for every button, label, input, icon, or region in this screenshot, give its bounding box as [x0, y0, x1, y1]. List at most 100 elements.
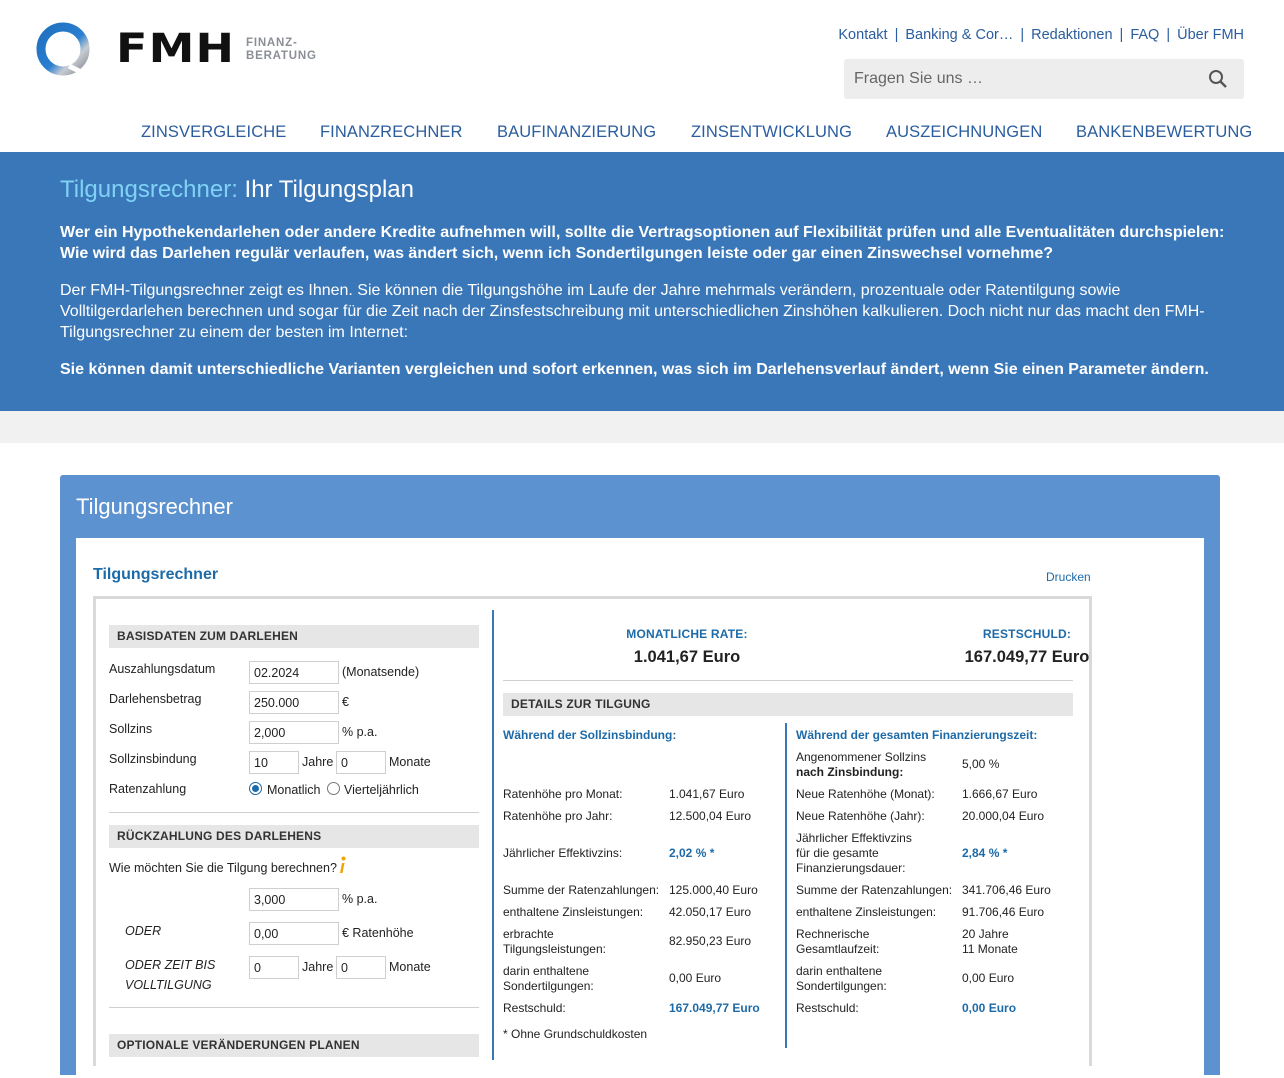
nav-finanzrechner[interactable]: FINANZRECHNER	[320, 123, 462, 142]
row-label: Tilgungsleistungen:	[503, 942, 606, 956]
input-column: BASISDATEN ZUM DARLEHEN Auszahlungsdatum…	[96, 599, 495, 1069]
heading-gesamte-finanzierungszeit: Während der gesamten Finanzierungszeit:	[796, 728, 1038, 742]
unit-pa: % p.a.	[342, 725, 378, 739]
row-label: nach Zinsbindung:	[796, 765, 904, 779]
row-value-restschuld: 0,00 Euro	[962, 1001, 1017, 1015]
sollzins-field[interactable]	[249, 721, 339, 744]
row-value-effektivzins: 2,02 % *	[669, 846, 715, 860]
unit-euro: €	[342, 695, 349, 709]
row-label: Summe der Ratenzahlungen:	[503, 883, 660, 897]
label-sollzinsbindung: Sollzinsbindung	[109, 752, 197, 766]
label-oder-zeit: ODER ZEIT BIS	[125, 958, 216, 972]
calculator-card: Tilgungsrechner Tilgungsrechner Drucken …	[60, 475, 1220, 1078]
title-accent: Tilgungsrechner:	[60, 176, 238, 203]
divider	[109, 812, 479, 813]
divider	[503, 680, 1073, 681]
main-nav: ZINSVERGLEICHE FINANZRECHNER BAUFINANZIE…	[141, 123, 1252, 145]
row-label: Neue Ratenhöhe (Monat):	[796, 787, 935, 801]
darlehensbetrag-field[interactable]	[249, 691, 339, 714]
restschuld-value: 167.049,77 Euro	[964, 648, 1090, 666]
footnote: * Ohne Grundschuldkosten	[503, 1027, 648, 1041]
radio-monatlich[interactable]	[249, 782, 262, 795]
logo-sub-line-2: BERATUNG	[246, 50, 317, 62]
intro-text: Der FMH-Tilgungsrechner zeigt es Ihnen. …	[60, 282, 1205, 341]
section-details: DETAILS ZUR TILGUNG	[503, 693, 1073, 716]
calculator-panel: Tilgungsrechner Drucken BASISDATEN ZUM D…	[76, 538, 1204, 1078]
link-faq[interactable]: FAQ	[1130, 27, 1159, 43]
link-kontakt[interactable]: Kontakt	[838, 27, 887, 43]
nav-zinsentwicklung[interactable]: ZINSENTWICKLUNG	[691, 123, 852, 142]
section-optional: OPTIONALE VERÄNDERUNGEN PLANEN	[109, 1034, 479, 1057]
label-auszahlungsdatum: Auszahlungsdatum	[109, 662, 216, 676]
link-banking[interactable]: Banking & Cor…	[905, 27, 1013, 43]
row-label: enthaltene Zinsleistungen:	[796, 905, 937, 919]
nav-bankenbewertung[interactable]: BANKENBEWERTUNG	[1076, 123, 1252, 142]
row-value: 82.950,23 Euro	[669, 934, 752, 948]
logo-wordmark[interactable]: FMH	[116, 26, 235, 72]
row-label: Finanzierungsdauer:	[796, 861, 906, 875]
page-title: Tilgungsrechner: Ihr Tilgungsplan	[60, 176, 414, 204]
unit-monate: Monate	[389, 960, 431, 974]
row-label: Sondertilgungen:	[796, 979, 887, 993]
print-link[interactable]: Drucken	[1046, 570, 1091, 584]
nav-baufinanzierung[interactable]: BAUFINANZIERUNG	[497, 123, 656, 142]
tilgung-prozent-field[interactable]	[249, 888, 339, 911]
row-label: Restschuld:	[503, 1001, 566, 1015]
unit-pa: % p.a.	[342, 892, 378, 906]
monatliche-rate-value: 1.041,67 Euro	[633, 648, 741, 666]
info-icon[interactable]	[338, 856, 346, 874]
label-oder: ODER	[125, 924, 162, 938]
unit-jahre: Jahre	[302, 960, 334, 974]
row-label: Ratenhöhe pro Jahr:	[503, 809, 613, 823]
row-label: Sondertilgungen:	[503, 979, 594, 993]
auszahlungsdatum-field[interactable]	[249, 661, 339, 684]
section-basisdaten: BASISDATEN ZUM DARLEHEN	[109, 625, 479, 648]
link-redaktionen[interactable]: Redaktionen	[1031, 27, 1112, 43]
top-links: Kontakt | Banking & Cor… | Redaktionen | FAQ | Ü…	[838, 27, 1244, 43]
label-monatlich: Monatlich	[267, 783, 321, 797]
row-value: 11 Monate	[962, 942, 1018, 956]
site-header: FMH FINANZ- BERATUNG Kontakt | Banking & C…	[0, 0, 1284, 152]
unit-monate: Monate	[389, 755, 431, 769]
ratenhoehe-field[interactable]	[249, 922, 339, 945]
calculator-title: Tilgungsrechner	[93, 566, 219, 583]
section-rueckzahlung: RÜCKZAHLUNG DES DARLEHENS	[109, 825, 479, 848]
bindung-jahre-field[interactable]	[249, 751, 299, 774]
fmh-logo-icon[interactable]	[36, 22, 90, 76]
row-label: enthaltene Zinsleistungen:	[503, 905, 644, 919]
search-box	[844, 59, 1244, 99]
divider	[109, 1007, 479, 1008]
logo-subtitle: FINANZ- BERATUNG	[246, 37, 317, 63]
divider-band	[0, 411, 1284, 443]
unit-ratenhoehe: € Ratenhöhe	[342, 926, 414, 940]
row-value: 91.706,46 Euro	[962, 905, 1045, 919]
heading-sollzinsbindung: Während der Sollzinsbindung:	[503, 728, 677, 742]
row-value-restschuld: 167.049,77 Euro	[669, 1001, 760, 1015]
bindung-monate-field[interactable]	[336, 751, 386, 774]
label-darlehensbetrag: Darlehensbetrag	[109, 692, 202, 706]
link-ueber-fmh[interactable]: Über FMH	[1177, 27, 1244, 43]
card-title: Tilgungsrechner	[76, 494, 233, 519]
row-label: Jährlicher Effektivzins:	[503, 846, 623, 860]
restschuld-label: RESTSCHULD:	[982, 627, 1072, 641]
search-icon[interactable]	[1208, 69, 1228, 89]
unit-monatsende: (Monatsende)	[342, 665, 420, 679]
separator: |	[1020, 27, 1025, 43]
search-input[interactable]	[844, 59, 1204, 99]
results-column: MONATLICHE RATE: 1.041,67 Euro RESTSCHUL…	[494, 599, 1092, 1069]
row-value: 125.000,40 Euro	[669, 883, 758, 897]
radio-vierteljaehrlich[interactable]	[327, 782, 340, 795]
zeit-monate-field[interactable]	[336, 956, 386, 979]
nav-zinsvergleiche[interactable]: ZINSVERGLEICHE	[141, 123, 286, 142]
row-label: darin enthaltene	[796, 964, 883, 978]
row-value: 20.000,04 Euro	[962, 809, 1045, 823]
nav-auszeichnungen[interactable]: AUSZEICHNUNGEN	[886, 123, 1042, 142]
zeit-jahre-field[interactable]	[249, 956, 299, 979]
row-label: Angenommener Sollzins	[796, 750, 927, 764]
results-divider	[785, 723, 787, 1048]
label-tilgung-frage: Wie möchten Sie die Tilgung berechnen?	[109, 861, 337, 875]
row-value: 341.706,46 Euro	[962, 883, 1051, 897]
hero-section: Tilgungsrechner: Ihr Tilgungsplan Wer ei…	[0, 152, 1284, 411]
row-value: 1.041,67 Euro	[669, 787, 745, 801]
intro-highlight: Sie können damit unterschiedliche Varian…	[60, 361, 1209, 378]
